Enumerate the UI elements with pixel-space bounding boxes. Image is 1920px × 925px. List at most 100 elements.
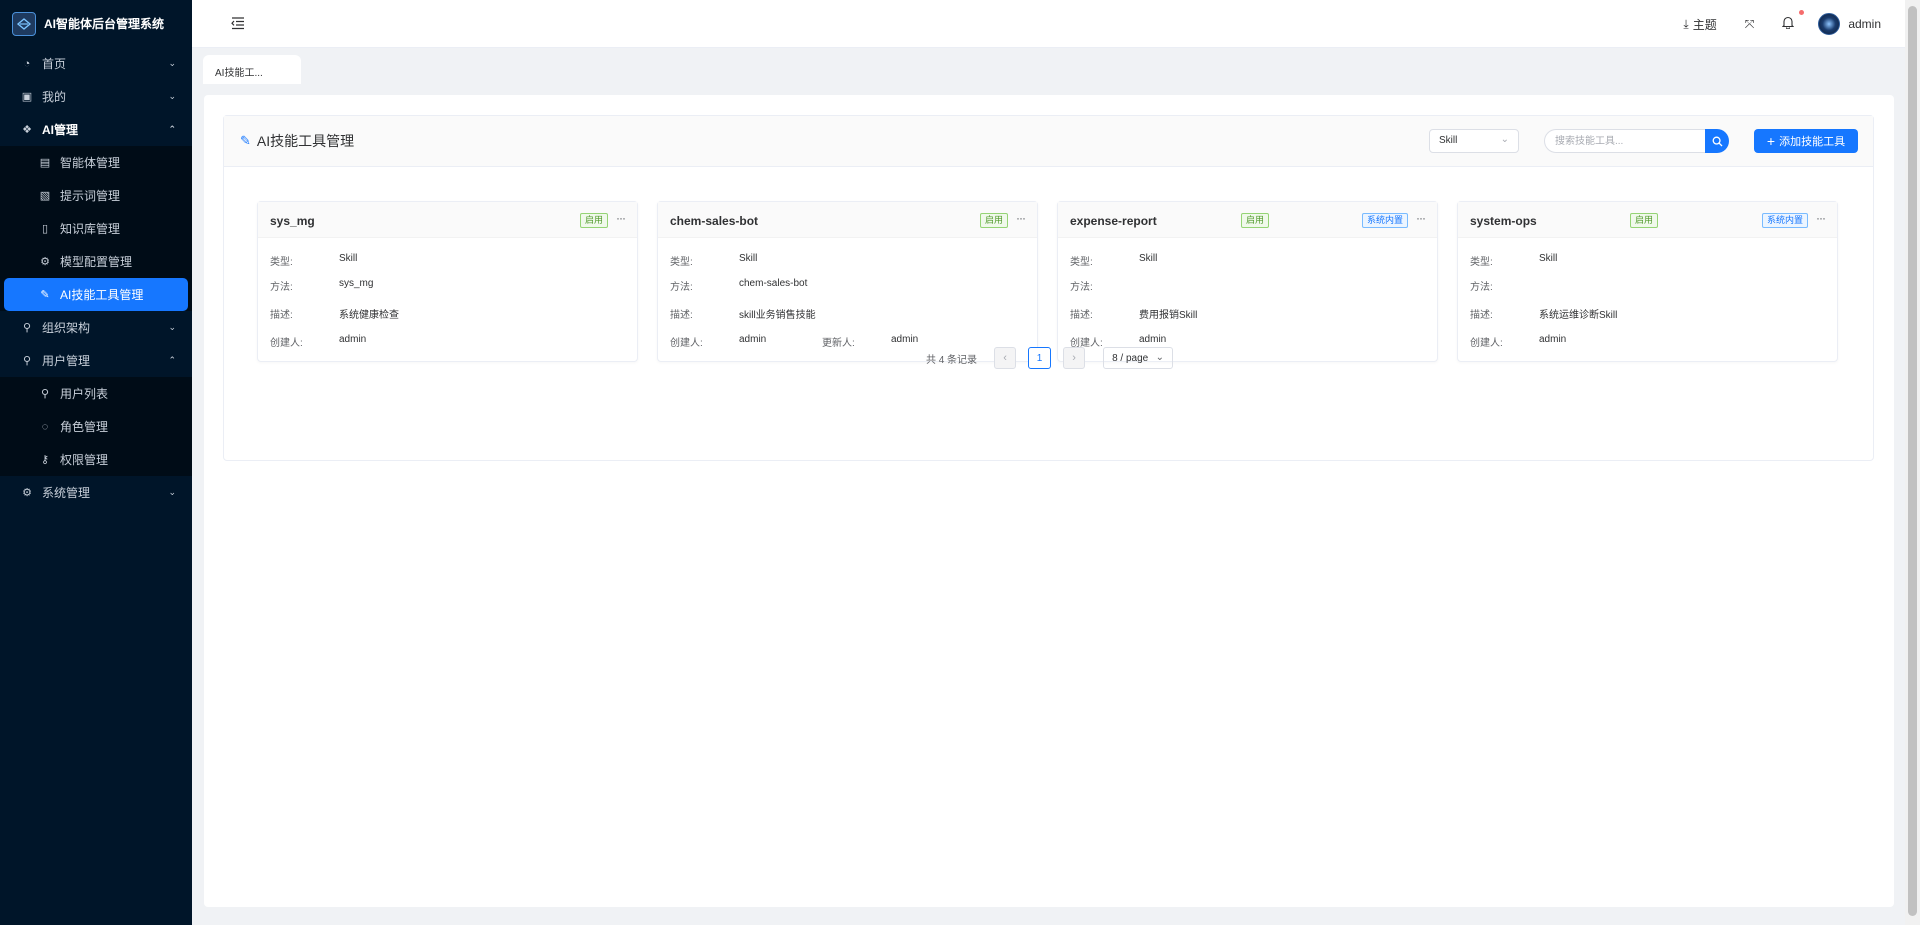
card-row-type: 类型: Skill (270, 253, 357, 268)
sidebar-item-label: 组织架构 (42, 321, 91, 335)
chevron-down-icon: ⌄ (1500, 134, 1509, 145)
sidebar-item-knowledge[interactable]: ▯ 知识库管理 (0, 212, 192, 245)
card-row-type: 类型: Skill (1070, 253, 1157, 268)
sidebar-item-label: AI技能工具管理 (60, 288, 144, 302)
chevron-down-icon: ⌄ (168, 91, 176, 101)
user-list-icon: ⚲ (40, 388, 50, 400)
notification-badge (1799, 10, 1805, 15)
card-header: system-ops 启用 系统内置 ··· (1458, 202, 1837, 238)
brand-title: AI智能体后台管理系统 (44, 17, 165, 31)
avatar (1818, 13, 1841, 35)
chevron-down-icon: ⌄ (1155, 352, 1165, 363)
card-row-type: 类型: Skill (670, 253, 757, 268)
tab-ai-skill-tools[interactable]: AI技能工... (203, 55, 301, 84)
pagination: 共 4 条记录 ‹ 1 › 8 / page ⌄ (224, 347, 1875, 369)
chevron-up-icon: ⌃ (168, 124, 176, 134)
status-badge: 启用 (580, 213, 609, 228)
sidebar: AI智能体后台管理系统 ◔ 首页 ⌄ ▣ 我的 ⌄ ❖ AI管理 ⌃ ▤ 智能体… (0, 0, 192, 925)
theme-label: 主题 (1692, 17, 1717, 32)
ai-icon: ❖ (22, 124, 32, 136)
user-menu[interactable]: admin (1818, 13, 1881, 35)
sidebar-item-label: 用户管理 (42, 354, 91, 368)
field-label: 描述: (1470, 310, 1493, 321)
chevron-down-icon: ⌄ (168, 58, 176, 68)
notification-button[interactable] (1781, 10, 1805, 32)
sidebar-item-system[interactable]: ⚙ 系统管理 ⌄ (0, 476, 192, 509)
sidebar-item-prompts[interactable]: ▧ 提示词管理 (0, 179, 192, 212)
submenu-user: ⚲ 用户列表 ◌ 角色管理 ⚷ 权限管理 (0, 377, 192, 476)
builtin-badge: 系统内置 (1362, 213, 1409, 228)
scrollbar-thumb[interactable] (1908, 6, 1917, 916)
sidebar-item-roles[interactable]: ◌ 角色管理 (0, 410, 192, 443)
skill-card[interactable]: expense-report 启用 系统内置 ··· 类型: Skill 方法: … (1057, 201, 1438, 362)
type-filter-value: Skill (1439, 135, 1458, 146)
skill-card[interactable]: system-ops 启用 系统内置 ··· 类型: Skill 方法: 描述: 系… (1457, 201, 1838, 362)
prev-page-button[interactable]: ‹ (994, 347, 1017, 369)
field-label: 方法: (1070, 282, 1093, 293)
total-records: 共 4 条记录 (925, 354, 978, 366)
sidebar-item-home[interactable]: ◔ 首页 ⌄ (0, 47, 192, 80)
sidebar-item-label: 首页 (42, 57, 67, 71)
page-scrollbar[interactable] (1905, 0, 1920, 925)
sidebar-item-label: 智能体管理 (60, 156, 121, 170)
card-name: sys_mg (270, 214, 315, 228)
sidebar-item-user-management[interactable]: ⚲ 用户管理 ⌃ (0, 344, 192, 377)
knowledge-icon: ▯ (41, 223, 49, 235)
next-page-button[interactable]: › (1063, 347, 1086, 369)
field-value: 费用报销Skill (1139, 310, 1198, 321)
sidebar-item-label: 角色管理 (60, 420, 109, 434)
submenu-ai: ▤ 智能体管理 ▧ 提示词管理 ▯ 知识库管理 ⚙ 模型配置管理 ✎ AI技能工… (0, 146, 192, 311)
sidebar-item-label: 模型配置管理 (60, 255, 133, 269)
panel-header: ✎ AI技能工具管理 Skill ⌄ + 添加技能工具 (224, 116, 1873, 167)
status-badge: 启用 (1630, 213, 1659, 228)
sidebar-item-permissions[interactable]: ⚷ 权限管理 (0, 443, 192, 476)
theme-button[interactable]: ⤓ 主题 (1683, 16, 1716, 33)
fullscreen-button[interactable]: ⤧ (1745, 17, 1759, 32)
field-label: 方法: (670, 282, 693, 293)
permission-icon: ⚷ (40, 454, 50, 466)
card-row-method: 方法: sys_mg (270, 278, 373, 293)
sidebar-item-org[interactable]: ⚲ 组织架构 ⌄ (0, 311, 192, 344)
user-icon: ⚲ (22, 355, 32, 367)
card-header: expense-report 启用 系统内置 ··· (1058, 202, 1437, 238)
sidebar-item-ai-management[interactable]: ❖ AI管理 ⌃ (0, 113, 192, 146)
skill-tools-panel: ✎ AI技能工具管理 Skill ⌄ + 添加技能工具 sys_mg (223, 115, 1874, 461)
skill-card[interactable]: sys_mg 启用 ··· 类型: Skill 方法: sys_mg 描述: 系统健康… (257, 201, 638, 362)
add-skill-tool-button[interactable]: + 添加技能工具 (1754, 129, 1858, 153)
more-icon[interactable]: ··· (1016, 211, 1026, 225)
field-value: Skill (1139, 253, 1158, 264)
sidebar-item-agents[interactable]: ▤ 智能体管理 (0, 146, 192, 179)
page-number[interactable]: 1 (1028, 347, 1052, 369)
sidebar-item-mine[interactable]: ▣ 我的 ⌄ (0, 80, 192, 113)
sidebar-item-label: AI管理 (42, 123, 79, 137)
menu-collapse-icon[interactable] (230, 15, 246, 31)
search-button[interactable] (1705, 129, 1729, 153)
more-icon[interactable]: ··· (1816, 211, 1826, 225)
sidebar-item-skill-tools[interactable]: ✎ AI技能工具管理 (4, 278, 188, 311)
card-name: expense-report (1070, 214, 1157, 228)
field-label: 描述: (270, 310, 293, 321)
field-value: 系统健康检查 (339, 310, 399, 321)
skill-card[interactable]: chem-sales-bot 启用 ··· 类型: Skill 方法: chem-s… (657, 201, 1038, 362)
sidebar-item-user-list[interactable]: ⚲ 用户列表 (0, 377, 192, 410)
sidebar-item-label: 用户列表 (60, 387, 109, 401)
settings-icon: ⚙ (22, 487, 32, 499)
header-actions: ⤓ 主题 ⤧ admin (1663, 0, 1881, 48)
user-name: admin (1848, 17, 1881, 31)
field-label: 类型: (670, 257, 693, 268)
field-value: Skill (1539, 253, 1558, 264)
tab-label: AI技能工... (215, 68, 263, 79)
field-label: 方法: (270, 282, 293, 293)
sidebar-item-model-config[interactable]: ⚙ 模型配置管理 (0, 245, 192, 278)
plus-icon: + (1766, 133, 1776, 149)
page-size-select[interactable]: 8 / page ⌄ (1103, 347, 1174, 369)
type-filter-select[interactable]: Skill ⌄ (1429, 129, 1519, 153)
field-value: 系统运维诊断Skill (1539, 310, 1618, 321)
tabs-bar: AI技能工... (192, 48, 1905, 84)
more-icon[interactable]: ··· (1416, 211, 1426, 225)
brand[interactable]: AI智能体后台管理系统 (0, 0, 192, 47)
page-title: AI技能工具管理 (256, 133, 355, 149)
field-value: chem-sales-bot (739, 278, 808, 289)
search-input[interactable] (1544, 129, 1705, 153)
more-icon[interactable]: ··· (616, 211, 626, 225)
